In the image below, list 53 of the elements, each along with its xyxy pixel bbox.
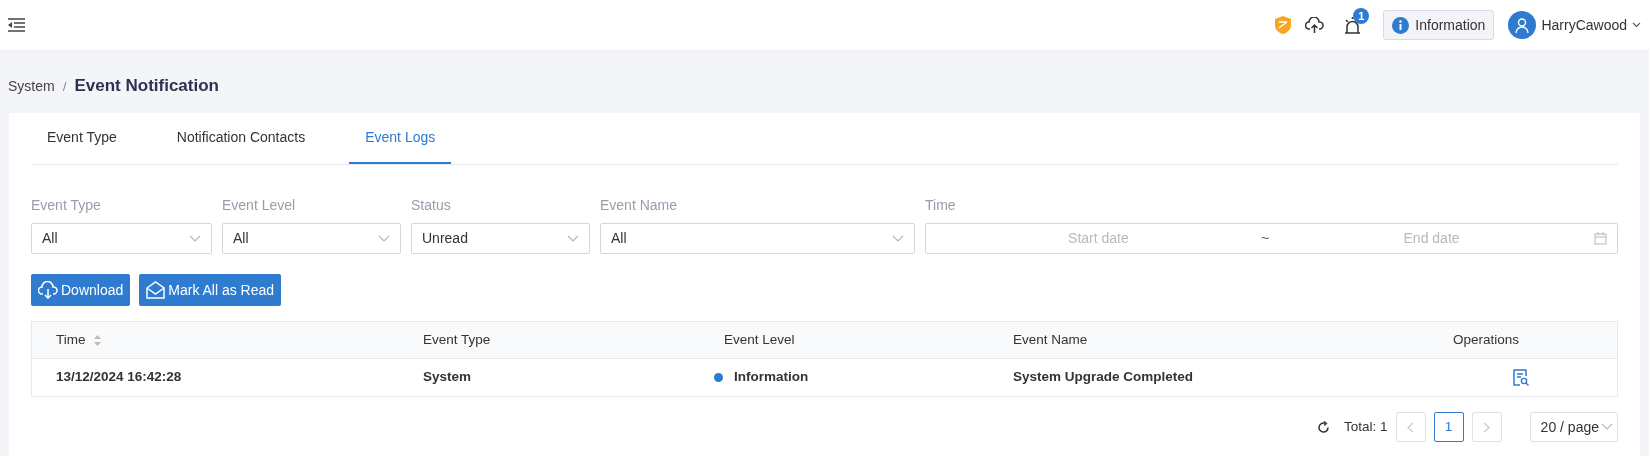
refresh-icon[interactable] — [1317, 420, 1331, 434]
select-field[interactable]: All — [31, 223, 212, 254]
filter-label: Event Type — [31, 196, 102, 215]
info-icon — [1392, 16, 1410, 34]
download-button[interactable]: Download — [31, 274, 131, 306]
column-header[interactable]: Time — [32, 329, 399, 351]
page-size-select[interactable]: 20 / page — [1529, 412, 1618, 442]
mark-read-button[interactable]: Mark All as Read — [139, 274, 282, 306]
menu-collapse-icon[interactable] — [8, 18, 25, 32]
date-range-field[interactable]: Start date ~ End date — [925, 223, 1618, 254]
column-header: Event Name — [1012, 330, 1089, 349]
chevron-down-icon — [1601, 423, 1613, 431]
column-header: Operations — [1452, 330, 1521, 349]
filter-label: Time — [925, 196, 957, 215]
user-name[interactable]: HarryCawood — [1541, 14, 1627, 36]
avatar[interactable] — [1508, 11, 1537, 39]
notification-badge: 1 — [1353, 7, 1370, 24]
page-title: Event Notification — [74, 75, 219, 97]
column-header: Event Type — [422, 330, 492, 349]
breadcrumb-separator: / — [62, 78, 67, 96]
view-details-icon[interactable] — [1513, 369, 1529, 386]
table-cell-text: System — [422, 368, 473, 387]
filter-label: Event Level — [222, 196, 297, 215]
range-separator: ~ — [1260, 229, 1270, 248]
select-field[interactable]: All — [222, 223, 401, 254]
chevron-down-icon — [892, 234, 904, 243]
envelope-open-icon — [146, 281, 166, 299]
calendar-icon — [1594, 232, 1607, 245]
breadcrumb-link[interactable]: System — [8, 76, 55, 97]
filter-label: Status — [411, 196, 452, 215]
chevron-right-icon — [1483, 421, 1491, 433]
end-date-placeholder: End date — [1402, 229, 1461, 248]
tab[interactable]: Notification Contacts — [160, 113, 322, 164]
chevron-down-icon — [189, 234, 201, 243]
tab[interactable]: Event Logs — [349, 113, 452, 164]
chevron-down-icon — [567, 234, 579, 243]
chevron-left-icon — [1407, 421, 1415, 433]
select-field[interactable]: Unread — [411, 223, 590, 254]
information-button[interactable]: Information — [1383, 10, 1495, 40]
table-cell-text: 13/12/2024 16:42:28 — [55, 368, 183, 387]
select-field[interactable]: All — [600, 223, 915, 254]
page-button[interactable]: 1 — [1433, 412, 1464, 442]
chevron-down-icon — [378, 234, 390, 243]
chevron-down-icon[interactable] — [1632, 22, 1641, 28]
total-count: Total: 1 — [1344, 417, 1388, 436]
cloud-upload-icon[interactable] — [1305, 17, 1325, 33]
column-header: Event Level — [723, 330, 796, 349]
table-cell-text: System Upgrade Completed — [1012, 368, 1195, 387]
start-date-placeholder: Start date — [1067, 229, 1130, 248]
filter-label: Event Name — [600, 196, 679, 215]
table-cell-text: Information — [734, 368, 809, 387]
cloud-download-icon — [38, 281, 58, 299]
tab[interactable]: Event Type — [31, 113, 133, 164]
